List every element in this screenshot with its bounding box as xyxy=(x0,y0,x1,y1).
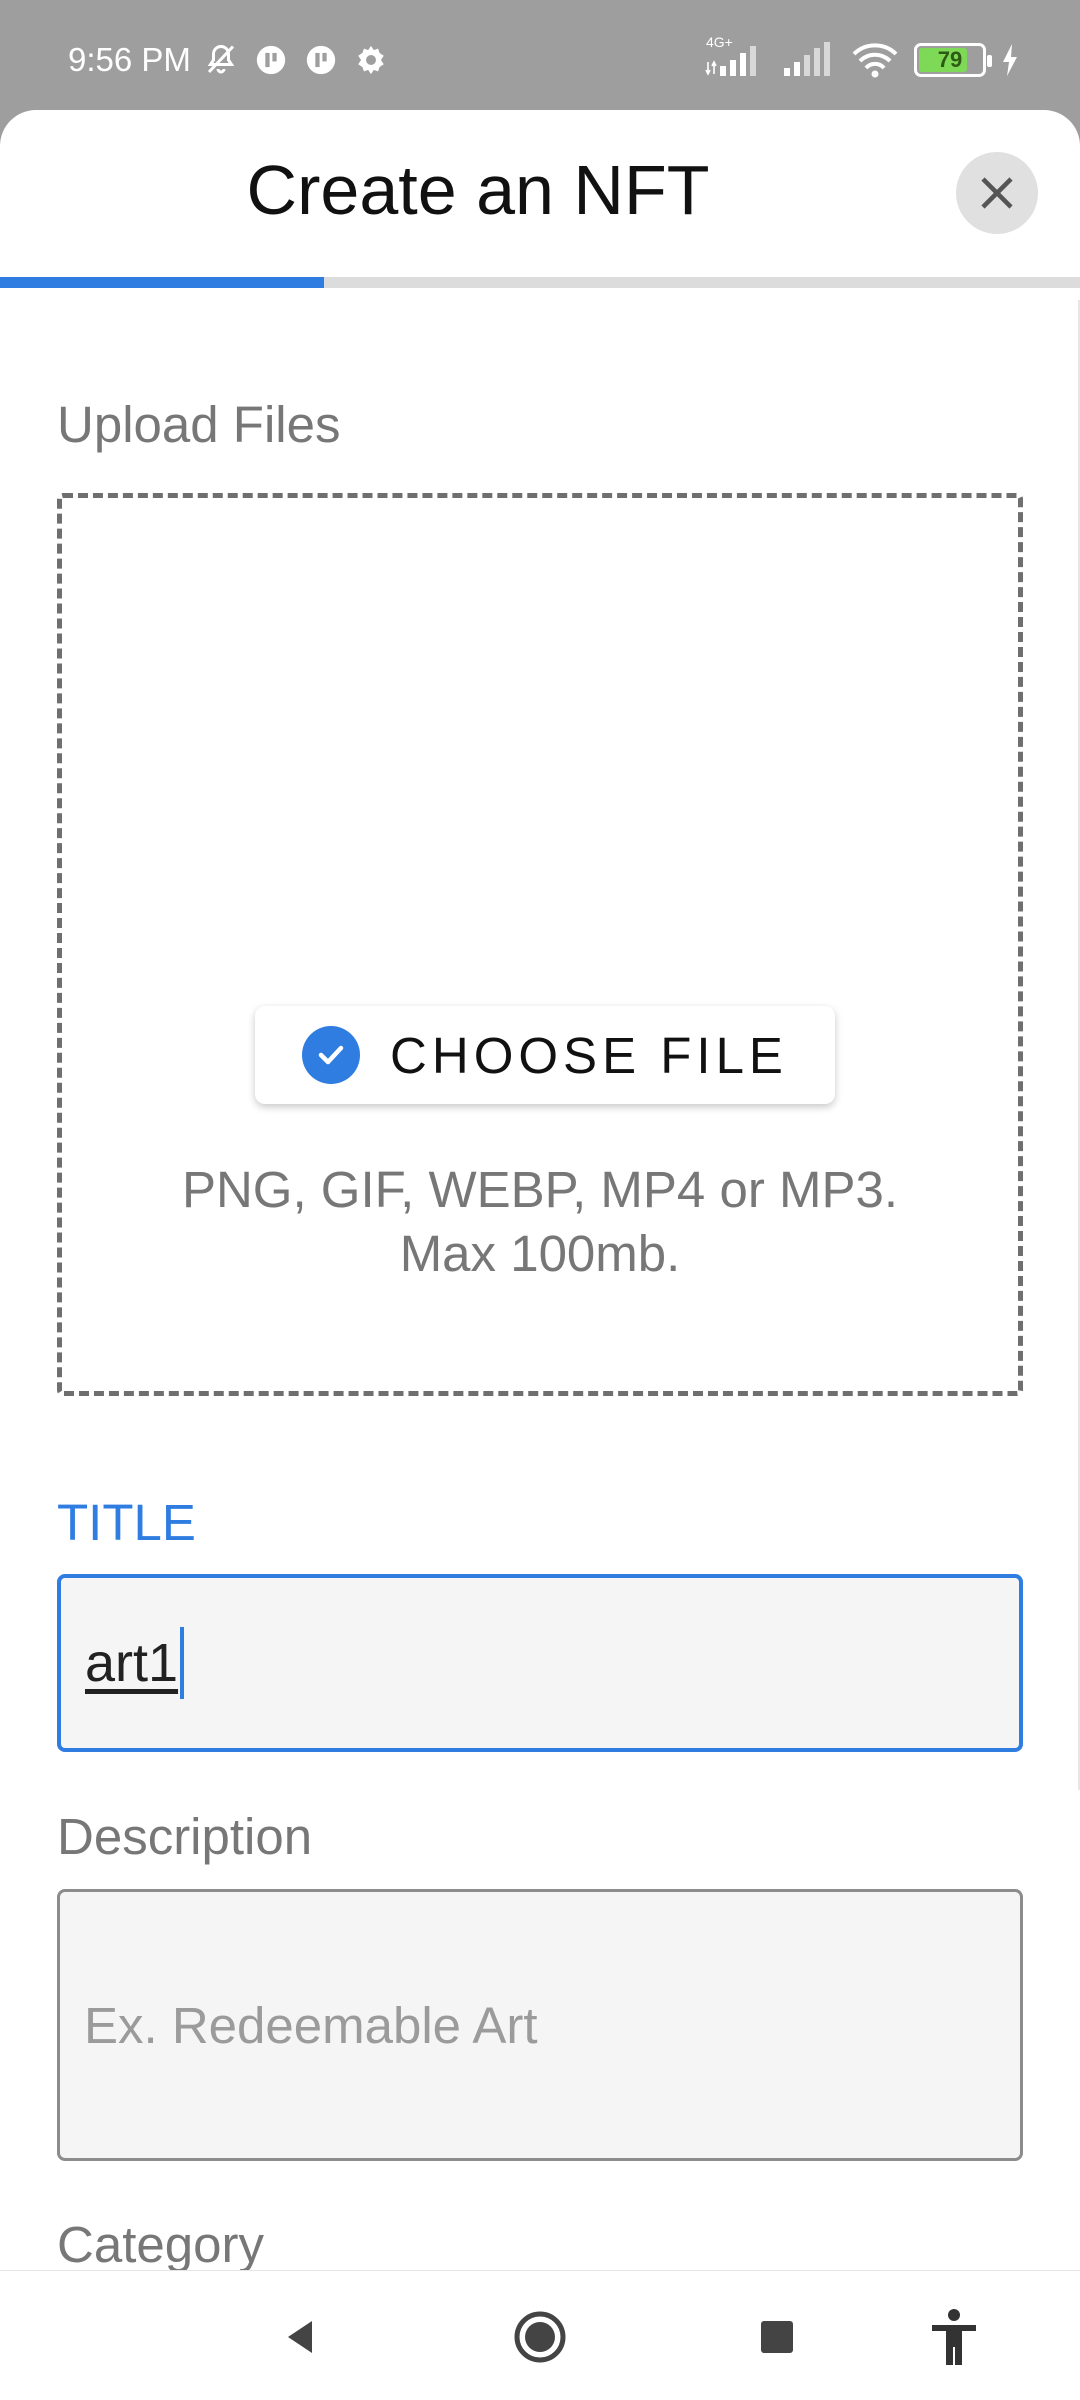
wifi-icon xyxy=(850,40,900,80)
network-type-label: 4G+ xyxy=(706,34,733,50)
title-input[interactable]: art1 xyxy=(57,1574,1023,1752)
settings-icon xyxy=(351,40,391,80)
description-input[interactable]: Ex. Redeemable Art xyxy=(57,1889,1023,2161)
accessibility-button[interactable] xyxy=(922,2305,986,2369)
status-right: 4G+ 79 xyxy=(704,34,1020,84)
status-left: 9:56 PM xyxy=(68,36,391,84)
charging-icon xyxy=(1000,42,1020,78)
sheet-header: Create an NFT xyxy=(0,110,1080,277)
upload-files-label: Upload Files xyxy=(57,396,341,453)
battery-level: 79 xyxy=(937,47,963,72)
step-progress-bar xyxy=(0,277,1080,288)
upload-hint: PNG, GIF, WEBP, MP4 or MP3. Max 100mb. xyxy=(62,1158,1018,1286)
check-circle-icon xyxy=(302,1026,361,1084)
mute-icon xyxy=(201,40,241,80)
signal-icon: 4G+ xyxy=(704,34,766,80)
close-button[interactable] xyxy=(956,152,1038,234)
title-value: art1 xyxy=(85,1633,179,1693)
create-nft-sheet: Create an NFT Upload Files CHOOSE FILE P… xyxy=(0,110,1080,2400)
upload-hint-formats: PNG, GIF, WEBP, MP4 or MP3. xyxy=(181,1161,899,1218)
recents-button[interactable] xyxy=(745,2305,809,2369)
home-icon xyxy=(514,2311,566,2363)
step-progress-fill xyxy=(0,277,324,288)
status-time: 9:56 PM xyxy=(68,41,191,78)
text-cursor xyxy=(180,1627,185,1699)
upload-hint-size: Max 100mb. xyxy=(399,1225,681,1282)
title-label: TITLE xyxy=(57,1494,196,1551)
home-button[interactable] xyxy=(508,2305,572,2369)
status-bar: 9:56 PM 4G+ 79 xyxy=(0,0,1080,110)
accessibility-icon xyxy=(932,2309,976,2365)
category-label: Category xyxy=(57,2216,264,2273)
navigation-bar xyxy=(0,2270,1080,2400)
signal-icon xyxy=(780,40,836,80)
back-button[interactable] xyxy=(268,2305,332,2369)
close-icon xyxy=(981,177,1013,209)
battery-icon: 79 xyxy=(914,43,992,77)
file-drop-zone[interactable]: CHOOSE FILE PNG, GIF, WEBP, MP4 or MP3. … xyxy=(57,493,1023,1396)
back-icon xyxy=(288,2321,312,2353)
choose-file-label: CHOOSE FILE xyxy=(390,1026,788,1084)
app-notification-icon xyxy=(251,40,291,80)
app-notification-icon xyxy=(301,40,341,80)
choose-file-button[interactable]: CHOOSE FILE xyxy=(255,1006,835,1104)
page-title: Create an NFT xyxy=(246,151,710,229)
description-placeholder: Ex. Redeemable Art xyxy=(84,1996,538,2054)
recents-icon xyxy=(761,2321,793,2353)
description-label: Description xyxy=(57,1808,313,1865)
